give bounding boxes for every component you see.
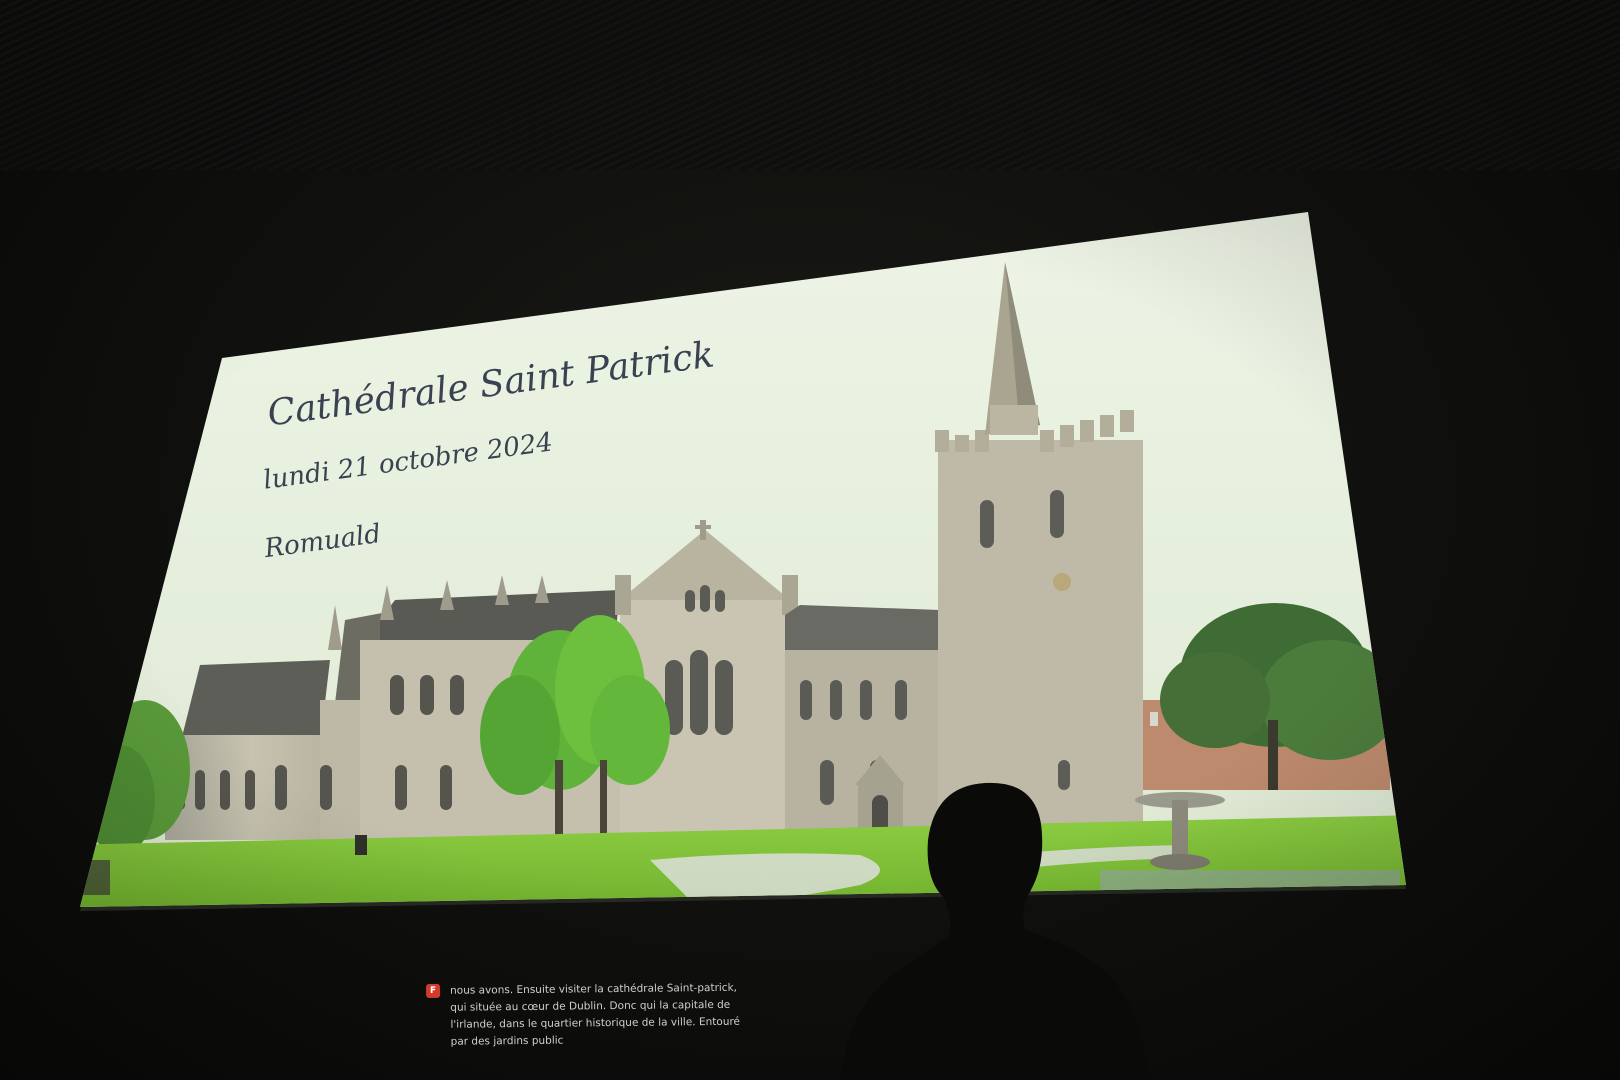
- subtitle-caption: F nous avons. Ensuite visiter la cathédr…: [426, 979, 817, 1051]
- projected-slide: Cathédrale Saint Patrick lundi 21 octobr…: [80, 212, 1406, 911]
- dark-room: Cathédrale Saint Patrick lundi 21 octobr…: [0, 0, 1620, 1080]
- caption-badge: F: [426, 983, 441, 998]
- slide-image: Cathédrale Saint Patrick lundi 21 octobr…: [80, 212, 1406, 907]
